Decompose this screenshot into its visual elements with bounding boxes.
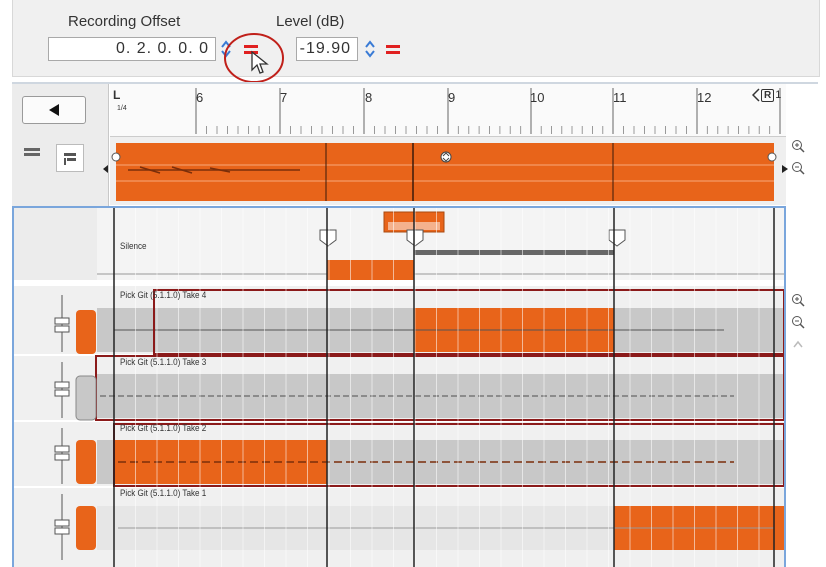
bar-number-7: 7 [280,90,288,105]
left-locator-marker[interactable]: L [113,88,120,102]
back-button[interactable] [22,96,86,124]
zoom-in-icon[interactable] [790,292,806,308]
silence-lane-label: Silence [120,241,147,251]
bar-number-6: 6 [196,90,204,105]
bar-number-10: 10 [530,90,545,105]
list-view-icon[interactable] [24,148,40,158]
locator-arrow-icon [752,88,760,102]
mouse-cursor-icon [251,50,269,74]
lane-view-button[interactable] [56,144,84,172]
take-3-label: Pick Git (5.1.1.0) Take 3 [120,357,207,367]
scroll-up-icon[interactable] [790,336,806,352]
bar-number-11: 11 [613,90,627,105]
overview-graphic [103,143,788,201]
take-4-label: Pick Git (5.1.1.0) Take 4 [120,290,207,300]
level-label: Level (dB) [276,13,345,30]
zoom-out-icon[interactable] [790,160,806,176]
lanes-icon [64,153,76,165]
zoom-in-icon[interactable] [790,138,806,154]
right-locator-marker[interactable]: R 1 [752,88,781,102]
triangle-left-icon [49,104,59,116]
recording-offset-field[interactable]: 0. 2. 0. 0. 0 [48,37,216,61]
bar-number-8: 8 [365,90,373,105]
take-1-label: Pick Git (5.1.1.0) Take 1 [120,488,207,498]
zoom-out-icon[interactable] [790,314,806,330]
recording-offset-label: Recording Offset [68,13,181,30]
right-locator-label: R [761,88,775,102]
take-2-label: Pick Git (5.1.1.0) Take 2 [120,423,207,433]
take-lanes-graphic [14,208,784,567]
level-spinner[interactable] [364,39,376,59]
right-locator-trail: 1 [775,89,782,101]
bar-number-12: 12 [697,90,712,105]
level-field[interactable]: -19.90 [296,37,358,61]
bar-number-9: 9 [448,90,456,105]
level-apply-button[interactable] [386,42,400,56]
take-volume-handles [54,295,97,560]
left-locator-label: L [113,88,121,102]
spinner-arrows-icon [365,40,375,58]
time-signature: 1/4 [117,105,127,112]
